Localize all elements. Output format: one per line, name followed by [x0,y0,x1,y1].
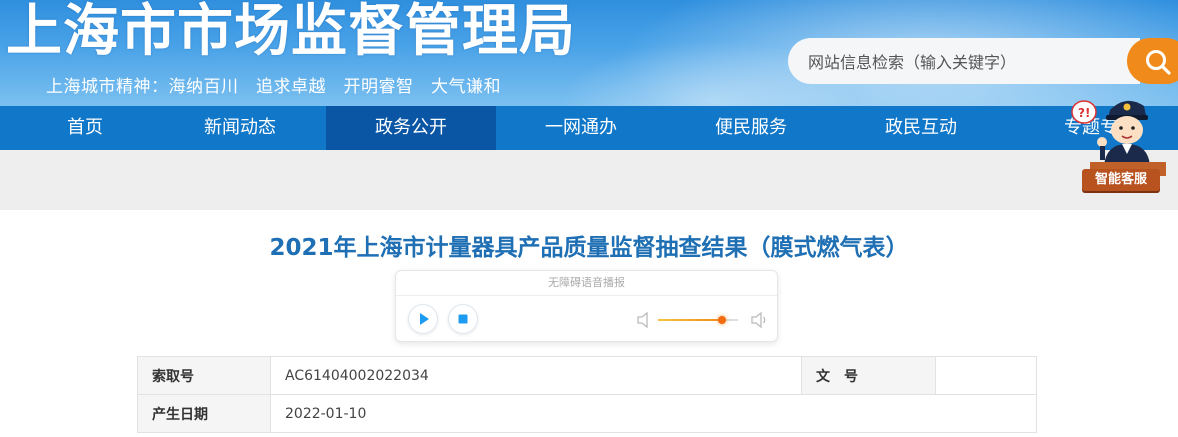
smart-customer-service[interactable]: ?! 智能客服 [1070,92,1170,196]
index-number-value: AC61404002022034 [270,356,802,395]
issue-date-value: 2022-01-10 [270,394,1037,433]
nav-item-news[interactable]: 新闻动态 [155,106,325,150]
document-number-label: 文 号 [801,356,936,395]
nav-item-public-service[interactable]: 便民服务 [666,106,836,150]
document-info-table: 索取号 AC61404002022034 文 号 产生日期 2022-01-10 [137,356,1037,433]
play-icon [420,313,429,325]
volume-slider[interactable] [658,316,738,324]
play-button[interactable] [408,304,438,334]
search-button[interactable] [1127,38,1178,84]
nav-item-interaction[interactable]: 政民互动 [836,106,1006,150]
nav-item-home[interactable]: 首页 [0,106,170,150]
audio-player-header: 无障碍语音播报 [396,271,777,296]
svg-text:?!: ?! [1078,106,1090,120]
police-mascot-icon: ?! [1071,100,1166,176]
issue-date-label: 产生日期 [137,394,271,433]
stop-icon [458,314,468,324]
nav-item-one-stop-service[interactable]: 一网通办 [496,106,666,150]
city-motto: 上海城市精神：海纳百川 追求卓越 开明睿智 大气谦和 [46,77,501,97]
stop-button[interactable] [448,304,478,334]
search-box [788,38,1140,86]
table-row: 产生日期 2022-01-10 [137,394,1037,433]
main-nav: 首页 新闻动态 政务公开 一网通办 便民服务 政民互动 专题专 [0,106,1178,150]
search-input[interactable] [806,38,1130,86]
volume-up-icon[interactable] [750,311,768,329]
table-row: 索取号 AC61404002022034 文 号 [137,356,1037,395]
volume-slider-fill [658,319,722,321]
article-title: 2021年上海市计量器具产品质量监督抽查结果（膜式燃气表） [269,235,909,261]
header-banner: 上海市市场监督管理局 上海城市精神：海纳百川 追求卓越 开明睿智 大气谦和 [0,0,1178,106]
document-number-value [935,356,1037,395]
index-number-label: 索取号 [137,356,271,395]
customer-service-label: 智能客服 [1082,169,1160,191]
site-title[interactable]: 上海市市场监督管理局 [6,0,576,68]
breadcrumb-strip [0,150,1178,210]
nav-item-government-affairs[interactable]: 政务公开 [326,106,496,150]
volume-down-icon[interactable] [636,311,652,329]
audio-player: 无障碍语音播报 [395,270,778,342]
search-icon [1146,50,1171,75]
volume-slider-knob[interactable] [718,316,726,324]
